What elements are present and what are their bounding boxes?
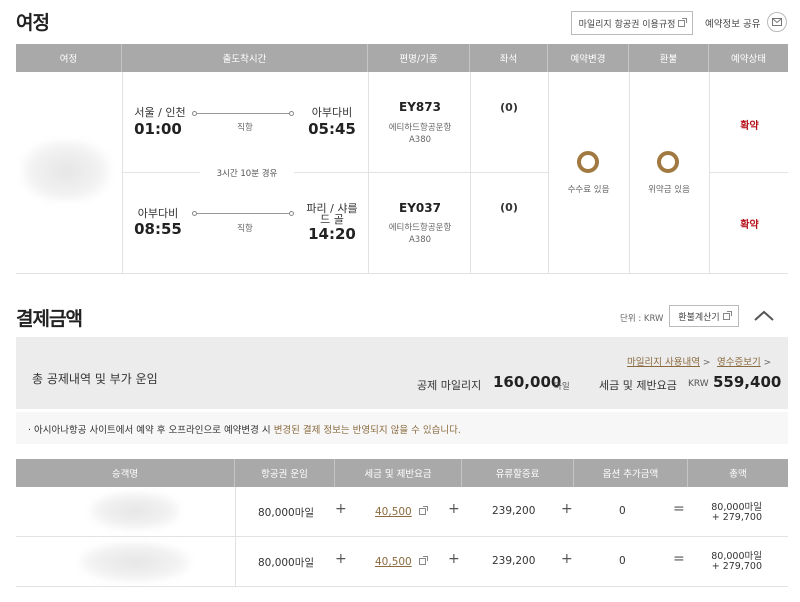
row2-option: 0	[619, 555, 626, 567]
equals-icon: =	[673, 551, 685, 567]
new-window-icon	[419, 556, 429, 565]
seg1-carrier: 에티하드항공운항	[388, 123, 452, 133]
seg2-aircraft: A380	[408, 235, 432, 245]
refund-calculator-button[interactable]: 환불계산기	[669, 305, 739, 327]
notice-prefix: 아시아나항공 사이트에서 예약 후 오프라인으로 예약변경 시	[34, 425, 274, 436]
row1-tax: 40,500	[375, 506, 412, 518]
deducted-mileage-unit: 마일	[554, 382, 570, 392]
passenger-table-header: 승객명 항공권 운임 세금 및 제반요금 유류할증료 옵션 추가금액 총액	[16, 459, 788, 487]
col-passenger-name: 승객명	[16, 459, 235, 487]
plus-icon: +	[335, 551, 347, 567]
col-option: 옵션 추가금액	[574, 459, 688, 487]
row1-fare: 80,000마일	[258, 507, 315, 519]
plus-icon: +	[561, 501, 573, 517]
mileage-rules-button[interactable]: 마일리지 항공권 이용규정	[571, 11, 693, 35]
change-fee-label: 수수료 있음	[567, 185, 610, 195]
payment-title: 결제금액	[16, 308, 83, 330]
col-fuel: 유류할증료	[462, 459, 574, 487]
blurred-passenger-name-1	[90, 492, 180, 530]
row2-tax-link[interactable]: 40,500	[375, 555, 429, 568]
seg1-dep-city: 서울 / 인천	[134, 106, 186, 119]
tax-value: 559,400	[713, 373, 782, 391]
seg1-arr-city: 아부다비	[311, 106, 353, 119]
share-label[interactable]: 예약정보 공유	[705, 16, 760, 30]
seg2-flight-no: EY037	[399, 201, 441, 215]
mail-icon[interactable]	[767, 12, 787, 32]
col-flight: 편명/기종	[368, 44, 470, 72]
change-possible-icon	[577, 151, 599, 173]
refund-fee-label: 위약금 있음	[648, 185, 690, 195]
mileage-rules-label: 마일리지 항공권 이용규정	[578, 19, 676, 30]
seg1-status: 확약	[740, 121, 759, 132]
tax-currency: KRW	[688, 379, 709, 389]
deducted-mileage-label: 공제 마일리지	[417, 379, 482, 392]
col-change: 예약변경	[548, 44, 629, 72]
summary-label: 총 공제내역 및 부가 운임	[32, 372, 158, 386]
row2-fare: 80,000마일	[258, 557, 315, 569]
seg1-dep-time: 01:00	[134, 120, 182, 138]
row2-tax: 40,500	[375, 556, 412, 568]
row2-fuel: 239,200	[492, 555, 536, 567]
notice-text: · 아시아나항공 사이트에서 예약 후 오프라인으로 예약변경 시 변경된 결제…	[28, 425, 461, 436]
seg1-flight-no: EY873	[399, 100, 441, 114]
row1-option: 0	[619, 505, 626, 517]
currency-unit: 단위 : KRW	[620, 314, 664, 324]
seg2-status: 확약	[740, 220, 759, 231]
refund-possible-icon	[657, 151, 679, 173]
collapse-chevron-icon[interactable]	[752, 306, 776, 326]
itinerary-title: 여정	[16, 12, 50, 34]
mileage-history-link[interactable]: 마일리지 사용내역 >	[627, 354, 710, 368]
new-window-icon	[722, 310, 732, 320]
col-refund: 환불	[629, 44, 709, 72]
row2-total-won: + 279,700	[711, 561, 762, 572]
seg2-dep-time: 08:55	[134, 220, 182, 238]
seg2-route-type: 직항	[237, 224, 253, 234]
row1-fuel: 239,200	[492, 505, 536, 517]
seg2-seat: (0)	[500, 201, 518, 214]
receipt-link[interactable]: 영수증보기 >	[717, 354, 771, 368]
new-window-icon	[678, 17, 688, 27]
equals-icon: =	[673, 501, 685, 517]
seg1-arr-time: 05:45	[308, 120, 356, 138]
mileage-history-link-text: 마일리지 사용내역	[627, 357, 700, 368]
col-fare: 항공권 운임	[235, 459, 335, 487]
receipt-link-text: 영수증보기	[717, 357, 761, 368]
row1-tax-link[interactable]: 40,500	[375, 505, 429, 518]
new-window-icon	[419, 506, 429, 515]
layover-label: 3시간 10분 경유	[200, 167, 294, 179]
itinerary-table-header: 여정 출도착시간 편명/기종 좌석 예약변경 환불 예약상태	[16, 44, 788, 72]
seg1-aircraft: A380	[408, 135, 432, 145]
seg2-carrier: 에티하드항공운항	[388, 223, 452, 233]
seg1-route-type: 직항	[237, 123, 253, 133]
col-status: 예약상태	[731, 54, 766, 65]
plus-icon: +	[448, 551, 460, 567]
tax-label: 세금 및 제반요금	[599, 379, 677, 392]
row2-total-miles: 80,000마일	[711, 551, 762, 562]
deducted-mileage-value: 160,000	[493, 373, 562, 391]
plus-icon: +	[335, 501, 347, 517]
col-tax: 세금 및 제반요금	[335, 459, 462, 487]
plus-icon: +	[448, 501, 460, 517]
blurred-itinerary-image	[22, 140, 110, 202]
seg2-arr-time: 14:20	[308, 225, 356, 243]
notice-highlight: 변경된 결제 정보는 반영되지 않을 수 있습니다.	[273, 425, 461, 436]
blurred-passenger-name-2	[80, 542, 190, 582]
col-time: 출도착시간	[122, 44, 368, 72]
seg1-seat: (0)	[500, 101, 518, 114]
refund-calculator-label: 환불계산기	[678, 312, 720, 323]
col-seat: 좌석	[470, 44, 548, 72]
col-total: 총액	[729, 469, 747, 480]
row1-total-won: + 279,700	[711, 512, 762, 523]
plus-icon: +	[561, 551, 573, 567]
seg2-dep-city: 아부다비	[137, 207, 179, 220]
row1-total-miles: 80,000마일	[711, 502, 762, 513]
col-itinerary: 여정	[16, 44, 122, 72]
